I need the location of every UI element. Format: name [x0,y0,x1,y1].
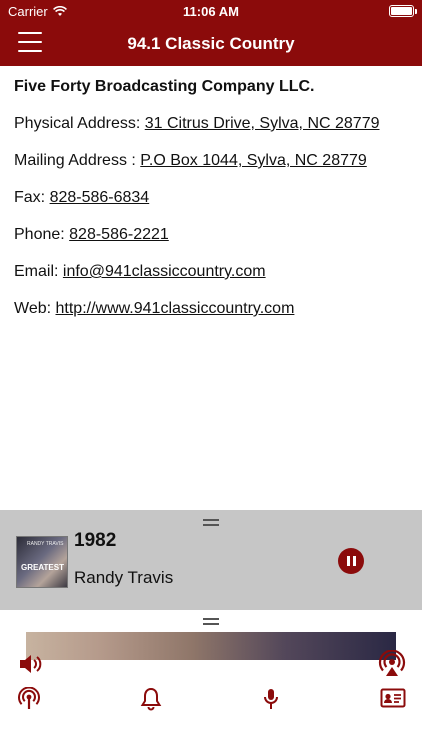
battery-icon [389,5,417,17]
now-playing-panel: RANDY TRAVIS GREATEST 1982 Randy Travis [0,510,422,610]
company-name: Five Forty Broadcasting Company LLC. [14,78,315,95]
fax-row: Fax: 828-586-6834 [14,188,412,208]
contact-card-icon[interactable] [380,687,406,709]
song-title: 1982 [74,530,117,551]
pause-icon[interactable] [338,548,364,574]
physical-address-label: Physical Address: [14,115,145,132]
drag-handle[interactable] [203,519,219,526]
mailing-address-link[interactable]: P.O Box 1044, Sylva, NC 28779 [140,152,367,169]
radio-broadcast-icon[interactable] [17,687,41,711]
airplay-icon[interactable] [378,650,406,678]
nav-bar: 94.1 Classic Country [0,22,422,66]
web-row: Web: http://www.941classiccountry.com [14,299,412,319]
phone-link[interactable]: 828-586-2221 [69,226,169,243]
volume-icon[interactable] [18,652,44,676]
web-label: Web: [14,300,56,317]
page-title: 94.1 Classic Country [127,34,295,53]
bell-icon[interactable] [140,687,162,711]
contact-info: Five Forty Broadcasting Company LLC. Phy… [14,78,412,336]
mailing-address-row: Mailing Address : P.O Box 1044, Sylva, N… [14,151,412,171]
player-controls [0,650,422,680]
status-bar: Carrier 11:06 AM [0,0,422,22]
phone-row: Phone: 828-586-2221 [14,225,412,245]
email-link[interactable]: info@941classiccountry.com [63,263,266,280]
web-link[interactable]: http://www.941classiccountry.com [56,300,295,317]
video-drag-handle[interactable] [203,618,219,625]
physical-address-link[interactable]: 31 Citrus Drive, Sylva, NC 28779 [145,115,380,132]
fax-link[interactable]: 828-586-6834 [50,189,150,206]
microphone-icon[interactable] [261,687,281,711]
email-label: Email: [14,263,63,280]
bottom-tab-bar [0,683,422,750]
fax-label: Fax: [14,189,50,206]
email-row: Email: info@941classiccountry.com [14,262,412,282]
album-art-top-text: RANDY TRAVIS [27,541,64,547]
phone-label: Phone: [14,226,70,243]
album-art-text: GREATEST [21,563,64,572]
physical-address-row: Physical Address: 31 Citrus Drive, Sylva… [14,114,412,134]
status-time: 11:06 AM [183,4,239,19]
album-art: RANDY TRAVIS GREATEST [16,536,68,588]
artist-name: Randy Travis [74,568,174,587]
mailing-address-label: Mailing Address : [14,152,141,169]
